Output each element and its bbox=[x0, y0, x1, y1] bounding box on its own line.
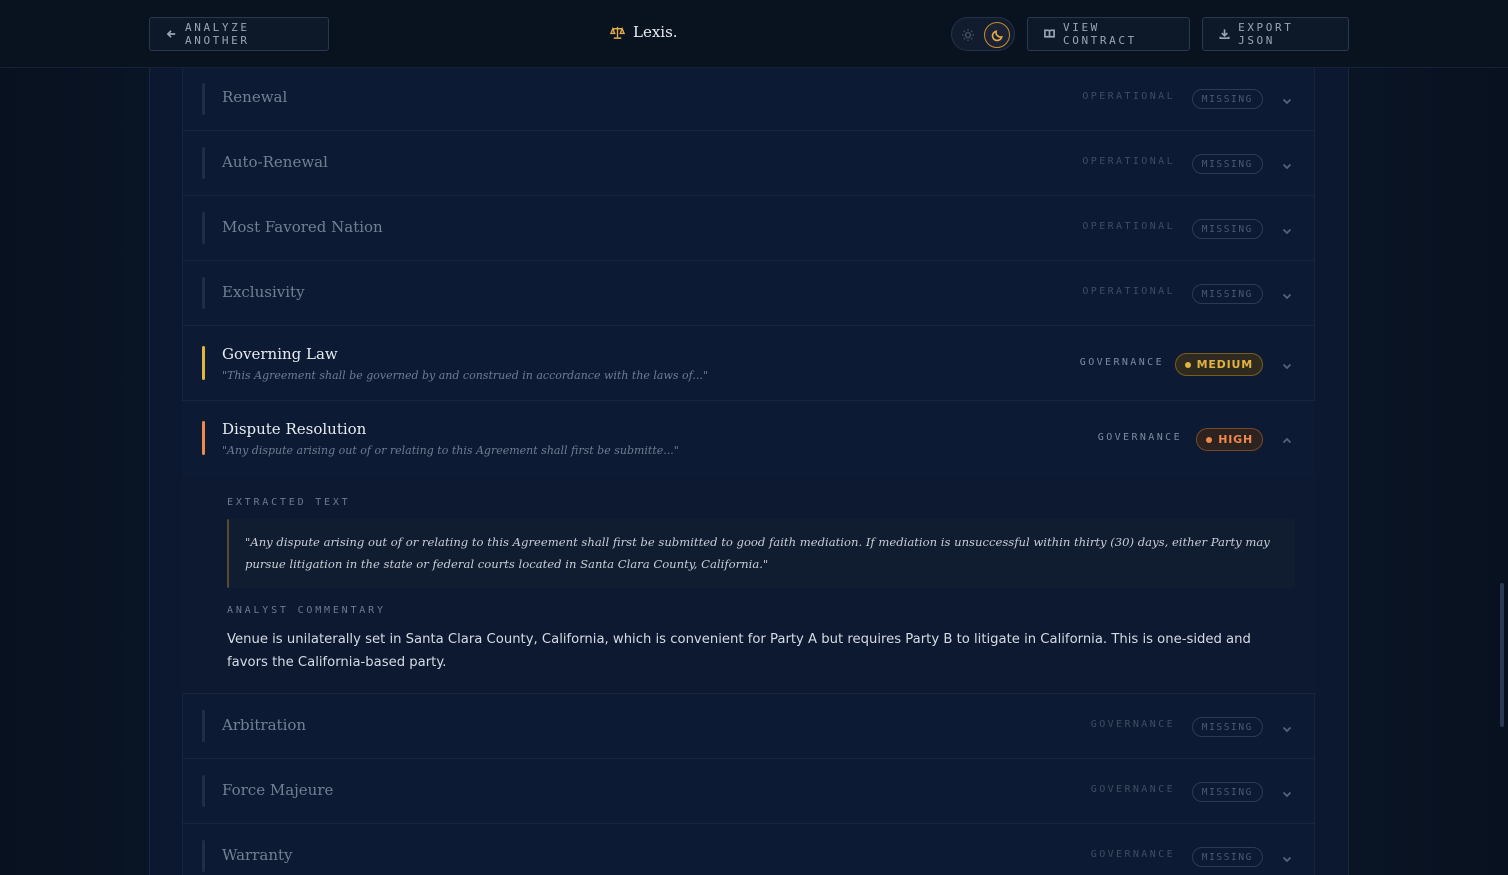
status-badge: MEDIUM bbox=[1174, 353, 1263, 376]
analyze-another-button[interactable]: ANALYZE ANOTHER bbox=[149, 17, 329, 51]
status-dot bbox=[1184, 361, 1191, 368]
status-dot bbox=[1206, 436, 1213, 443]
status-badge: MISSING bbox=[1191, 782, 1263, 802]
brand-logo: Lexis. bbox=[610, 23, 678, 41]
status-badge: MISSING bbox=[1191, 89, 1263, 109]
view-contract-button[interactable]: VIEW CONTRACT bbox=[1027, 17, 1190, 51]
analyst-commentary-text: Venue is unilaterally set in Santa Clara… bbox=[227, 632, 1251, 670]
clause-row-governing-law[interactable]: Governing Law "This Agreement shall be g… bbox=[182, 326, 1315, 401]
extracted-text-label: EXTRACTED TEXT bbox=[227, 497, 351, 508]
clause-category: GOVERNANCE bbox=[1090, 784, 1175, 795]
status-badge-label: HIGH bbox=[1218, 433, 1253, 446]
clause-quote-preview: "This Agreement shall be governed by and… bbox=[222, 369, 708, 382]
chevron-up-icon[interactable] bbox=[1281, 432, 1293, 444]
status-bar bbox=[202, 710, 205, 742]
clause-title: Governing Law bbox=[222, 345, 338, 363]
download-icon bbox=[1219, 29, 1230, 39]
view-contract-label: VIEW CONTRACT bbox=[1063, 21, 1137, 47]
chevron-down-icon[interactable] bbox=[1281, 785, 1293, 798]
analyst-commentary-label: ANALYST COMMENTARY bbox=[227, 605, 386, 616]
clause-details-dispute-resolution: EXTRACTED TEXT "Any dispute arising out … bbox=[182, 476, 1315, 694]
clause-category: GOVERNANCE bbox=[1079, 357, 1164, 368]
clause-title: Arbitration bbox=[222, 716, 307, 734]
status-bar bbox=[202, 83, 205, 115]
sun-icon bbox=[961, 27, 975, 41]
clause-title: Auto-Renewal bbox=[222, 153, 328, 171]
clause-title: Warranty bbox=[222, 846, 293, 864]
clause-title: Exclusivity bbox=[222, 283, 305, 301]
clause-row-warranty[interactable]: Warranty GOVERNANCE MISSING bbox=[182, 824, 1315, 875]
clause-row-auto-renewal[interactable]: Auto-Renewal OPERATIONAL MISSING bbox=[182, 131, 1315, 196]
clause-row-renewal[interactable]: Renewal OPERATIONAL MISSING bbox=[182, 68, 1315, 131]
theme-toggle[interactable] bbox=[951, 17, 1015, 51]
clause-row-exclusivity[interactable]: Exclusivity OPERATIONAL MISSING bbox=[182, 261, 1315, 326]
clause-row-arbitration[interactable]: Arbitration GOVERNANCE MISSING bbox=[182, 694, 1315, 759]
status-bar bbox=[202, 212, 205, 244]
export-json-button[interactable]: EXPORT JSON bbox=[1202, 17, 1349, 51]
chevron-down-icon[interactable] bbox=[1281, 850, 1293, 863]
brand-name: Lexis. bbox=[633, 23, 678, 41]
clause-title: Renewal bbox=[222, 88, 288, 106]
clause-category: OPERATIONAL bbox=[1082, 221, 1175, 232]
clause-title: Dispute Resolution bbox=[222, 420, 367, 438]
status-bar bbox=[202, 346, 205, 380]
status-bar bbox=[202, 840, 205, 872]
clause-row-most-favored-nation[interactable]: Most Favored Nation OPERATIONAL MISSING bbox=[182, 196, 1315, 261]
top-bar: ANALYZE ANOTHER Lexis. VIEW CONTRACT EXP… bbox=[0, 0, 1508, 68]
status-badge: MISSING bbox=[1191, 154, 1263, 174]
chevron-down-icon[interactable] bbox=[1281, 157, 1293, 170]
clause-category: OPERATIONAL bbox=[1082, 156, 1175, 167]
status-bar bbox=[202, 421, 205, 455]
status-badge: MISSING bbox=[1191, 847, 1263, 867]
status-badge: MISSING bbox=[1191, 219, 1263, 239]
chevron-down-icon[interactable] bbox=[1281, 720, 1293, 733]
status-bar bbox=[202, 147, 205, 179]
status-badge: MISSING bbox=[1191, 284, 1263, 304]
clause-quote-preview: "Any dispute arising out of or relating … bbox=[222, 444, 679, 457]
chevron-down-icon[interactable] bbox=[1281, 287, 1293, 300]
clause-category: GOVERNANCE bbox=[1090, 849, 1175, 860]
moon-icon bbox=[984, 22, 1010, 48]
page-scrollbar[interactable] bbox=[1500, 583, 1504, 727]
book-open-icon bbox=[1044, 29, 1055, 38]
clause-category: OPERATIONAL bbox=[1082, 286, 1175, 297]
status-bar bbox=[202, 277, 205, 309]
clause-title: Force Majeure bbox=[222, 781, 334, 799]
status-badge: MISSING bbox=[1191, 717, 1263, 737]
chevron-down-icon[interactable] bbox=[1281, 357, 1293, 370]
status-badge: HIGH bbox=[1196, 428, 1263, 451]
chevron-down-icon[interactable] bbox=[1281, 222, 1293, 235]
clause-row-force-majeure[interactable]: Force Majeure GOVERNANCE MISSING bbox=[182, 759, 1315, 824]
status-bar bbox=[202, 775, 205, 807]
clause-category: OPERATIONAL bbox=[1082, 91, 1175, 102]
chevron-down-icon[interactable] bbox=[1281, 92, 1293, 105]
export-json-label: EXPORT JSON bbox=[1238, 21, 1294, 47]
clause-title: Most Favored Nation bbox=[222, 218, 383, 236]
clause-category: GOVERNANCE bbox=[1097, 432, 1182, 443]
status-badge-label: MEDIUM bbox=[1196, 358, 1253, 371]
scale-icon bbox=[610, 26, 625, 39]
extracted-text-quote: "Any dispute arising out of or relating … bbox=[227, 519, 1295, 588]
clause-row-dispute-resolution[interactable]: Dispute Resolution "Any dispute arising … bbox=[182, 401, 1315, 476]
clause-category: GOVERNANCE bbox=[1090, 719, 1175, 730]
analyze-another-label: ANALYZE ANOTHER bbox=[185, 21, 250, 47]
arrow-left-icon bbox=[166, 30, 176, 38]
